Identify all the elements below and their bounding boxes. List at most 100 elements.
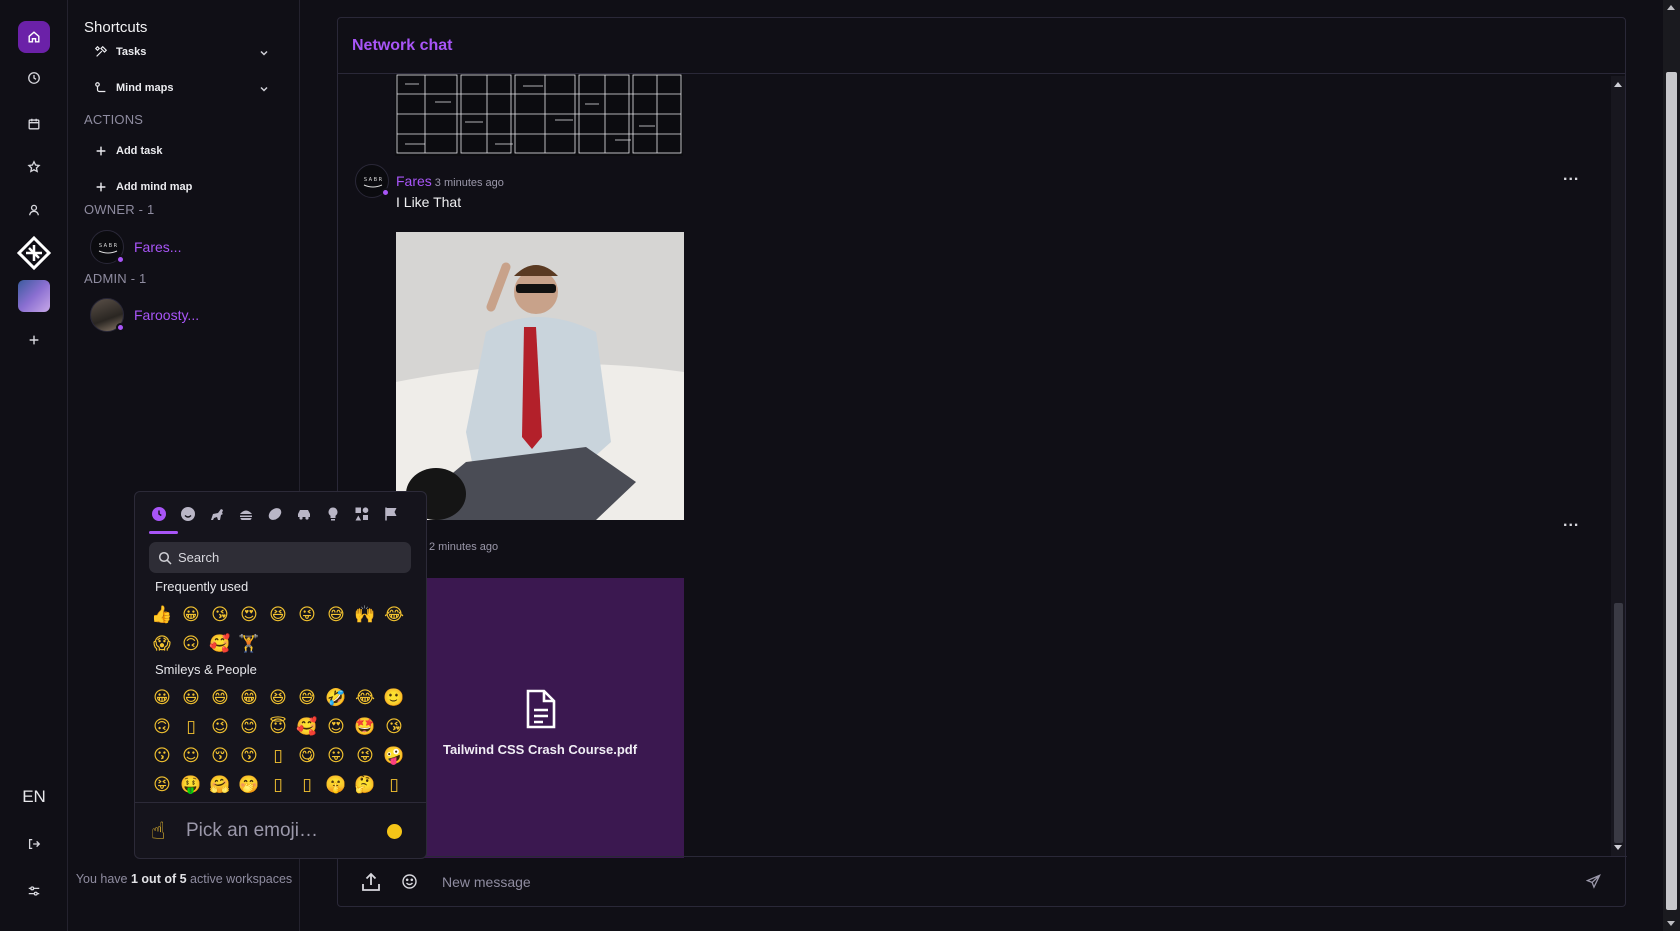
- chevron-down-icon[interactable]: [258, 47, 270, 59]
- animal-icon[interactable]: [207, 504, 227, 524]
- skin-tone-selector[interactable]: [387, 824, 402, 839]
- emoji-button[interactable]: 😅: [295, 686, 319, 710]
- symbols-icon[interactable]: [352, 504, 372, 524]
- message-input[interactable]: [442, 870, 1482, 894]
- page-scrollbar[interactable]: [1663, 0, 1680, 931]
- calendar-icon[interactable]: [18, 108, 50, 140]
- emoji-button[interactable]: 😘: [208, 603, 232, 627]
- emoji-button[interactable]: 😍: [237, 603, 261, 627]
- smiley-icon[interactable]: [178, 504, 198, 524]
- emoji-button[interactable]: 🏋: [237, 632, 261, 656]
- image-attachment[interactable]: [396, 232, 684, 520]
- emoji-button[interactable]: 😅: [324, 603, 348, 627]
- shortcut-tasks[interactable]: Tasks: [94, 45, 146, 59]
- message-menu-button[interactable]: ...: [1563, 167, 1579, 185]
- workspace-avatar[interactable]: [18, 280, 50, 312]
- emoji-button[interactable]: 😆: [266, 603, 290, 627]
- scroll-thumb[interactable]: [1614, 603, 1623, 843]
- emoji-button[interactable]: 🤣: [324, 686, 348, 710]
- emoji-button[interactable]: 🙂: [382, 686, 406, 710]
- scroll-down-arrow[interactable]: [1614, 845, 1622, 850]
- scroll-up-arrow[interactable]: [1614, 82, 1622, 87]
- emoji-button[interactable]: 😚: [208, 744, 232, 768]
- recent-icon[interactable]: [149, 504, 169, 524]
- emoji-button[interactable]: 🤪: [382, 744, 406, 768]
- emoji-button[interactable]: 😁: [237, 686, 261, 710]
- emoji-button[interactable]: 🤑: [179, 773, 203, 797]
- emoji-button[interactable]: 😋: [295, 744, 319, 768]
- emoji-button[interactable]: ▯: [266, 773, 290, 797]
- emoji-picker: Frequently used 👍😀😘😍😆😜😅🙌😂😱🙃🥰🏋 Smileys & …: [134, 491, 427, 859]
- emoji-button[interactable]: ▯: [382, 773, 406, 797]
- user-icon[interactable]: [18, 194, 50, 226]
- plus-icon[interactable]: [18, 324, 50, 356]
- emoji-button[interactable]: 😄: [208, 686, 232, 710]
- emoji-button[interactable]: 😃: [179, 686, 203, 710]
- logout-icon[interactable]: [18, 828, 50, 860]
- emoji-button[interactable]: 🤫: [324, 773, 348, 797]
- emoji-button[interactable]: ▯: [266, 744, 290, 768]
- emoji-button[interactable]: ☺: [179, 744, 203, 768]
- emoji-search-input[interactable]: [178, 550, 398, 565]
- file-attachment-card[interactable]: Tailwind CSS Crash Course.pdf: [396, 578, 684, 858]
- send-icon[interactable]: [1586, 874, 1601, 889]
- emoji-button[interactable]: 😝: [150, 773, 174, 797]
- emoji-button[interactable]: 👍: [150, 603, 174, 627]
- brand-logo-icon[interactable]: [17, 236, 51, 270]
- flag-icon[interactable]: [381, 504, 401, 524]
- language-switcher[interactable]: EN: [0, 787, 68, 807]
- emoji-button[interactable]: 🤩: [353, 715, 377, 739]
- add-mind-map-button[interactable]: Add mind map: [94, 180, 192, 194]
- emoji-button[interactable]: 😂: [382, 603, 406, 627]
- emoji-button[interactable]: 😜: [353, 744, 377, 768]
- emoji-button[interactable]: 🤔: [353, 773, 377, 797]
- home-icon[interactable]: [18, 21, 50, 53]
- emoji-button[interactable]: 😗: [150, 744, 174, 768]
- scroll-down-arrow[interactable]: [1667, 921, 1675, 926]
- emoji-button[interactable]: 🙌: [353, 603, 377, 627]
- emoji-icon[interactable]: [401, 873, 418, 890]
- emoji-button[interactable]: ▯: [179, 715, 203, 739]
- shortcut-mind-maps[interactable]: Mind maps: [94, 81, 173, 95]
- emoji-button[interactable]: 😱: [150, 632, 174, 656]
- emoji-button[interactable]: 🤭: [237, 773, 261, 797]
- emoji-button[interactable]: 😀: [150, 686, 174, 710]
- emoji-button[interactable]: 😆: [266, 686, 290, 710]
- food-icon[interactable]: [236, 504, 256, 524]
- image-attachment[interactable]: [395, 74, 683, 156]
- member-admin[interactable]: Faroosty...: [90, 298, 199, 332]
- emoji-button[interactable]: 😇: [266, 715, 290, 739]
- settings-sliders-icon[interactable]: [18, 875, 50, 907]
- plus-icon: [96, 182, 106, 192]
- emoji-button[interactable]: 😘: [382, 715, 406, 739]
- star-icon[interactable]: [18, 151, 50, 183]
- clock-icon[interactable]: [18, 62, 50, 94]
- message-scrollbar[interactable]: [1611, 76, 1625, 856]
- bulb-icon[interactable]: [323, 504, 343, 524]
- emoji-button[interactable]: 😛: [324, 744, 348, 768]
- scroll-up-arrow[interactable]: [1667, 5, 1675, 10]
- emoji-button[interactable]: 😂: [353, 686, 377, 710]
- emoji-button[interactable]: 🥰: [208, 632, 232, 656]
- message-author[interactable]: Fares: [396, 173, 432, 189]
- emoji-button[interactable]: 😊: [237, 715, 261, 739]
- upload-icon[interactable]: [360, 871, 382, 893]
- car-icon[interactable]: [294, 504, 314, 524]
- chevron-down-icon[interactable]: [258, 83, 270, 95]
- emoji-button[interactable]: 🤗: [208, 773, 232, 797]
- emoji-button[interactable]: 😀: [179, 603, 203, 627]
- activity-icon[interactable]: [265, 504, 285, 524]
- member-owner[interactable]: S A B R Fares...: [90, 230, 181, 264]
- emoji-button[interactable]: 😙: [237, 744, 261, 768]
- emoji-button[interactable]: ▯: [295, 773, 319, 797]
- chat-title: Network chat: [352, 36, 453, 54]
- emoji-button[interactable]: 🙃: [179, 632, 203, 656]
- scroll-thumb[interactable]: [1666, 72, 1677, 910]
- emoji-button[interactable]: 😉: [208, 715, 232, 739]
- add-task-button[interactable]: Add task: [94, 144, 162, 158]
- emoji-button[interactable]: 🥰: [295, 715, 319, 739]
- emoji-button[interactable]: 😍: [324, 715, 348, 739]
- emoji-button[interactable]: 😜: [295, 603, 319, 627]
- emoji-button[interactable]: 🙃: [150, 715, 174, 739]
- message-menu-button[interactable]: ...: [1563, 513, 1579, 531]
